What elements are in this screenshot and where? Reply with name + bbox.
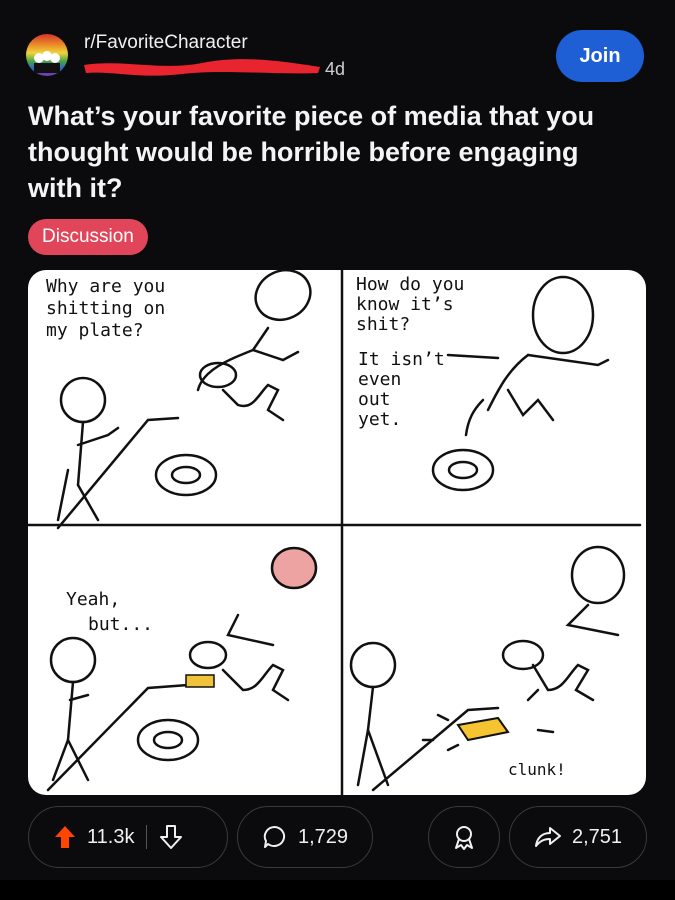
panel2-line6: out [358, 389, 391, 410]
upvote-count: 11.3k [87, 825, 135, 848]
flair-badge[interactable]: Discussion [28, 219, 148, 255]
comment-count: 1,729 [297, 825, 349, 848]
panel3-line2: but... [88, 614, 153, 635]
panel1-line1: Why are you [46, 276, 165, 297]
vote-control: 11.3k [28, 806, 228, 868]
join-button[interactable]: Join [556, 30, 644, 82]
panel4-line1: clunk! [508, 760, 566, 779]
share-button[interactable]: 2,751 [509, 806, 647, 868]
panel2-line1: How do you [356, 274, 464, 295]
award-icon [450, 823, 478, 851]
post-header: r/FavoriteCharacter 4d Join [0, 0, 675, 95]
comment-bubble-icon [262, 824, 288, 850]
post-age: 4d [325, 59, 346, 79]
panel2-line3: shit? [356, 314, 410, 335]
panel2-line2: know it’s [356, 294, 454, 315]
award-button[interactable] [428, 806, 500, 868]
vote-divider [146, 825, 148, 849]
panel2-line7: yet. [358, 409, 401, 430]
bottom-edge [0, 880, 675, 900]
action-bar: 11.3k 1,729 2,751 [0, 806, 675, 870]
panel3-line1: Yeah, [66, 589, 120, 610]
subreddit-name[interactable]: r/FavoriteCharacter [84, 32, 248, 54]
comic-image[interactable]: Why are you shitting on my plate? How do… [28, 270, 646, 795]
downvote-icon[interactable] [159, 824, 183, 850]
share-arrow-icon [534, 825, 562, 849]
comments-button[interactable]: 1,729 [237, 806, 373, 868]
post-title[interactable]: What’s your favorite piece of media that… [28, 98, 638, 206]
upvote-icon[interactable] [53, 824, 77, 850]
panel1-line2: shitting on [46, 298, 165, 319]
redacted-username [84, 59, 320, 76]
subreddit-avatar[interactable] [26, 34, 68, 76]
share-count: 2,751 [571, 825, 623, 848]
panel2-line5: even [358, 369, 401, 390]
panel1-line3: my plate? [46, 320, 144, 341]
panel2-line4: It isn’t [358, 349, 445, 370]
